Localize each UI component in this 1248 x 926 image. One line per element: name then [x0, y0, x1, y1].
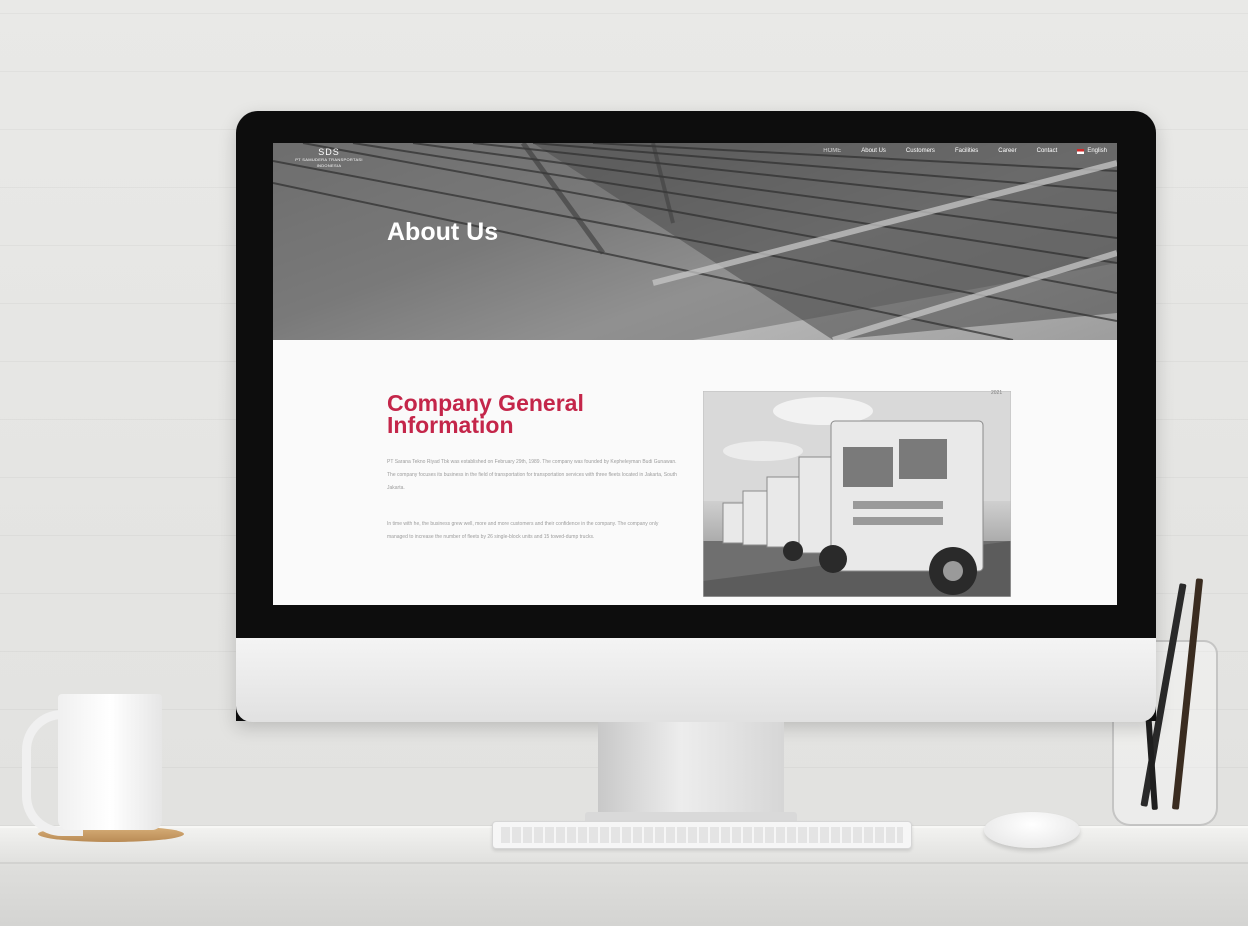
trucks-photo	[703, 391, 1011, 597]
site-logo[interactable]: SDS PT SAMUDERA TRANSPORTASI INDONESIA	[283, 147, 375, 169]
nav-contact[interactable]: Contact	[1037, 148, 1058, 154]
photo-label: 2021	[991, 390, 1003, 396]
company-info-section: Company General Information PT Sarana Te…	[273, 340, 1117, 605]
hero-banner: SDS PT SAMUDERA TRANSPORTASI INDONESIA H…	[273, 143, 1117, 340]
monitor-screen: SDS PT SAMUDERA TRANSPORTASI INDONESIA H…	[273, 143, 1117, 605]
nav-career[interactable]: Career	[998, 148, 1016, 154]
section-heading: Company General Information	[387, 390, 584, 438]
section-paragraph-1: PT Sarana Tekno Riyad Tbk was establishe…	[387, 459, 677, 491]
section-paragraph-2: In time with he, the business grew well,…	[387, 521, 659, 540]
flag-icon	[1077, 148, 1085, 154]
mouse	[984, 812, 1080, 848]
desk-edge	[0, 862, 1248, 864]
mug	[58, 694, 162, 830]
logo-mark: SDS	[318, 147, 340, 157]
trucks-image	[703, 391, 1011, 597]
monitor-chin	[236, 638, 1156, 722]
keyboard	[492, 821, 912, 849]
nav-about-us[interactable]: About Us	[861, 148, 886, 154]
monitor-stand	[598, 722, 784, 818]
main-nav: HOME About Us Customers Facilities Caree…	[823, 148, 1107, 154]
nav-home[interactable]: HOME	[823, 148, 841, 154]
language-label: English	[1087, 148, 1107, 154]
logo-company-name: PT SAMUDERA TRANSPORTASI INDONESIA	[295, 157, 363, 168]
nav-facilities[interactable]: Facilities	[955, 148, 978, 154]
nav-customers[interactable]: Customers	[906, 148, 935, 154]
page-title: About Us	[387, 218, 499, 246]
language-selector[interactable]: English	[1077, 148, 1107, 154]
